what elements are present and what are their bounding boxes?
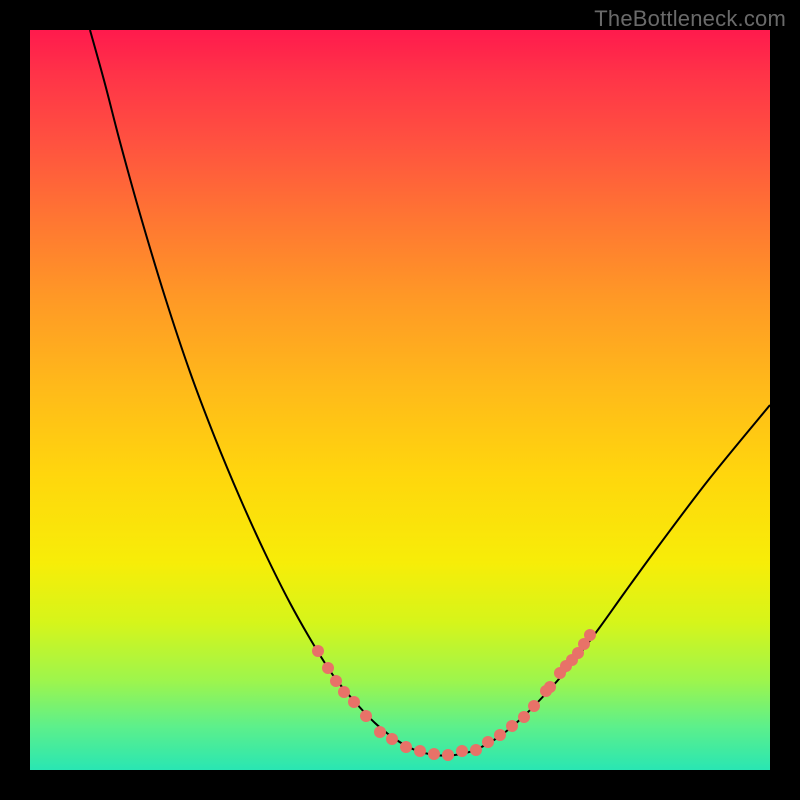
highlight-dot — [544, 681, 556, 693]
bottleneck-curve — [90, 30, 770, 756]
chart-plot-area — [30, 30, 770, 770]
highlight-dot — [442, 749, 454, 761]
highlight-dot — [518, 711, 530, 723]
highlight-dot — [494, 729, 506, 741]
chart-svg — [30, 30, 770, 770]
highlight-dot — [374, 726, 386, 738]
highlight-dot — [414, 745, 426, 757]
highlight-dot — [348, 696, 360, 708]
highlight-dot — [482, 736, 494, 748]
watermark-text: TheBottleneck.com — [594, 6, 786, 32]
highlight-dot — [322, 662, 334, 674]
highlight-dot — [506, 720, 518, 732]
highlight-dot — [312, 645, 324, 657]
highlight-dot — [330, 675, 342, 687]
highlight-dot — [456, 745, 468, 757]
highlight-dot — [584, 629, 596, 641]
highlight-dot — [428, 748, 440, 760]
highlight-dot — [386, 733, 398, 745]
highlight-dot — [470, 744, 482, 756]
highlight-dot — [528, 700, 540, 712]
highlight-dot — [400, 741, 412, 753]
highlight-dots-group — [312, 629, 596, 761]
highlight-dot — [338, 686, 350, 698]
highlight-dot — [360, 710, 372, 722]
